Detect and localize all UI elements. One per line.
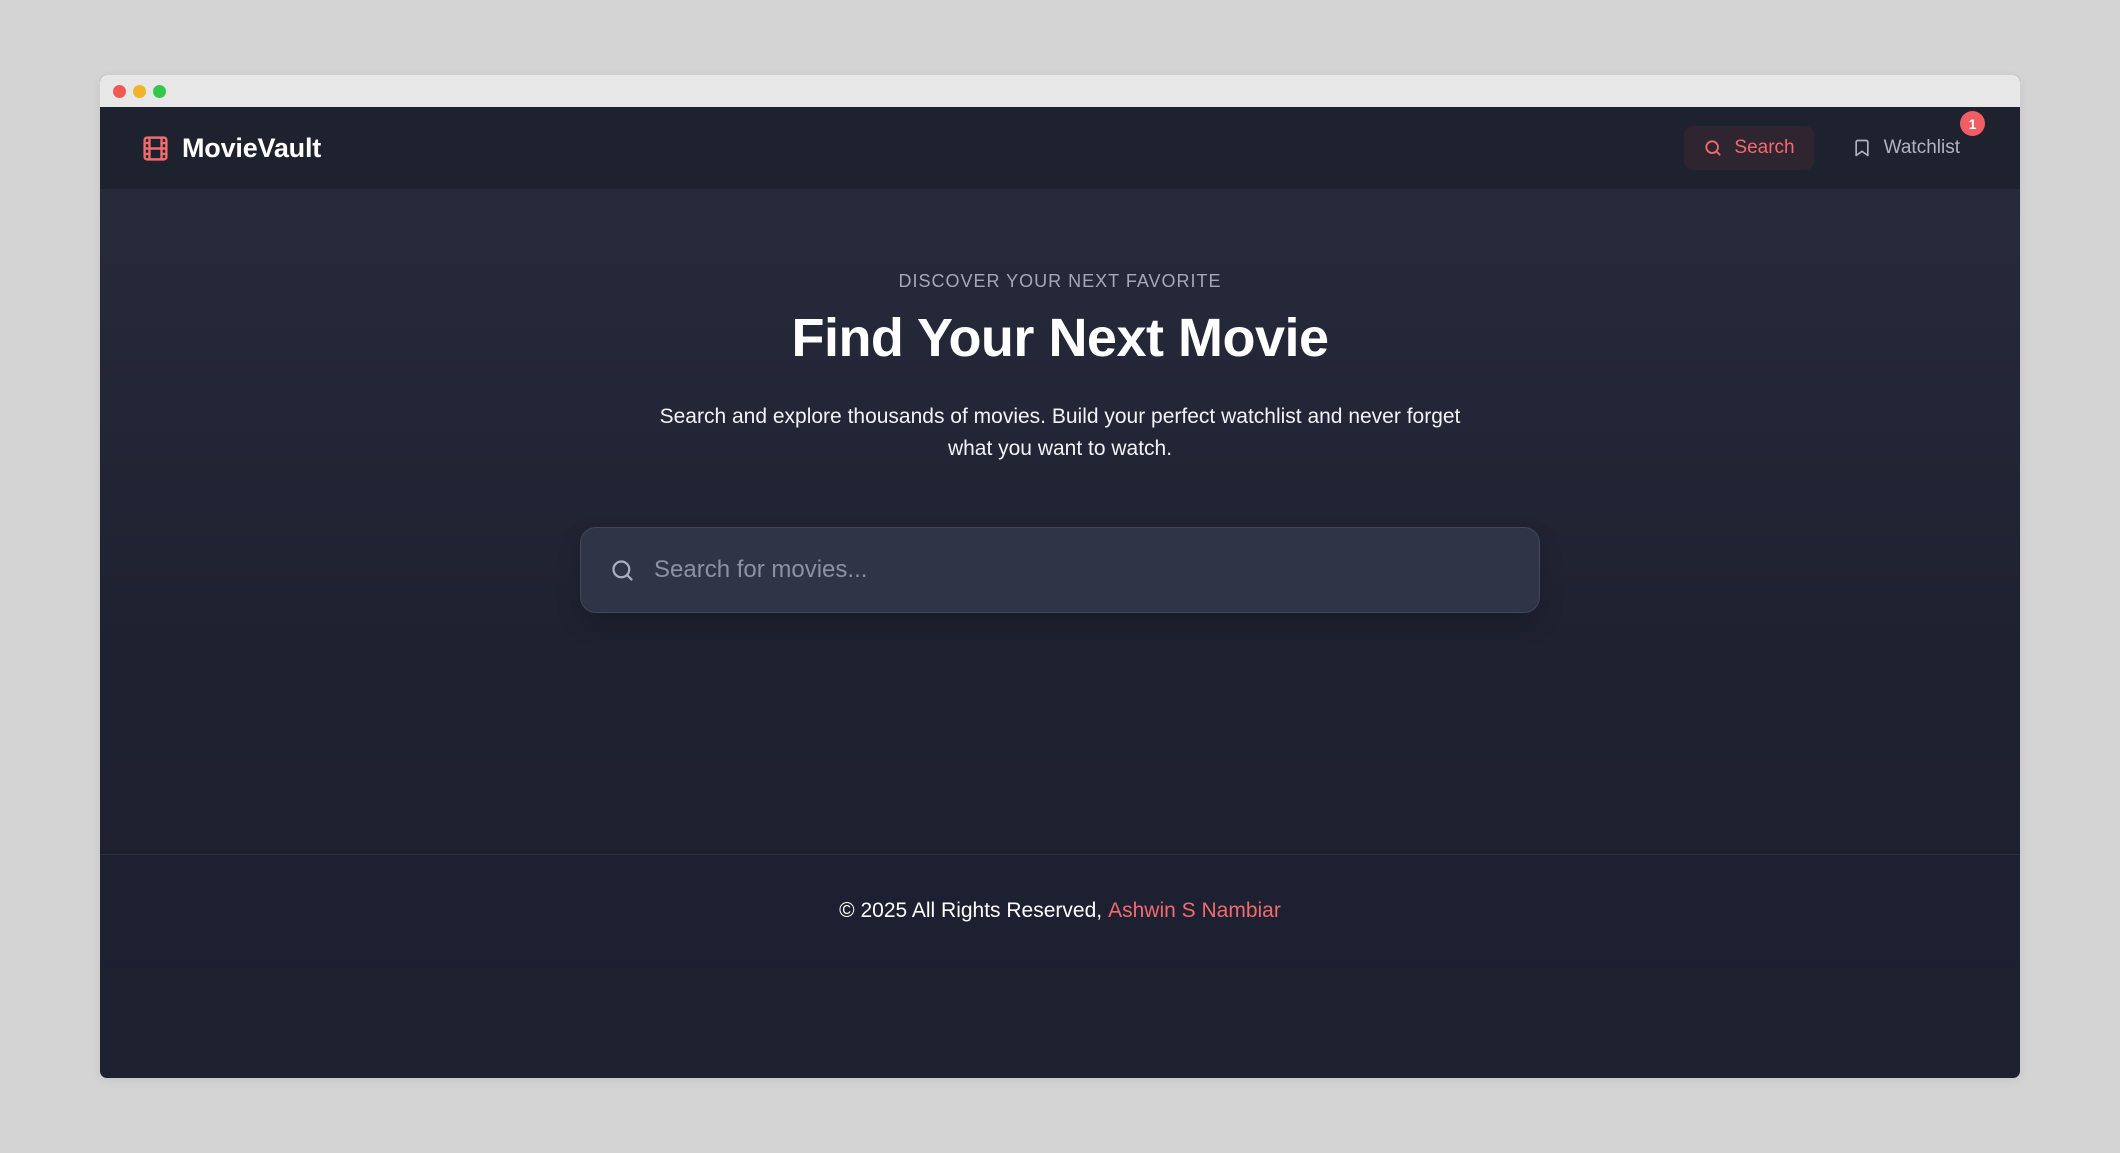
watchlist-count-badge: 1 — [1960, 111, 1985, 136]
browser-window: MovieVault Search Watchlist 1 DISCOVER Y… — [100, 75, 2020, 1078]
nav-search-label: Search — [1734, 137, 1795, 158]
brand-name: MovieVault — [182, 132, 322, 163]
close-window-button[interactable] — [113, 85, 126, 98]
maximize-window-button[interactable] — [153, 85, 166, 98]
navbar: MovieVault Search Watchlist 1 — [100, 107, 2020, 189]
movie-search-input[interactable] — [654, 528, 1511, 612]
nav-watchlist-label: Watchlist — [1883, 137, 1960, 158]
nav-search-button[interactable]: Search — [1684, 126, 1814, 170]
film-icon — [143, 135, 168, 161]
hero-eyebrow: DISCOVER YOUR NEXT FAVORITE — [898, 271, 1222, 291]
hero-section: DISCOVER YOUR NEXT FAVORITE Find Your Ne… — [100, 189, 2020, 966]
search-icon — [612, 559, 633, 581]
bookmark-icon — [1854, 139, 1869, 157]
window-titlebar — [100, 75, 2020, 107]
nav-watchlist-button[interactable]: Watchlist 1 — [1838, 111, 1985, 170]
nav-links: Search Watchlist 1 — [1684, 111, 1985, 170]
footer: © 2025 All Rights Reserved, Ashwin S Nam… — [100, 854, 2020, 966]
copyright-text: © 2025 All Rights Reserved, — [839, 898, 1103, 922]
search-icon — [1705, 140, 1722, 156]
movie-search-box[interactable] — [580, 527, 1540, 613]
author-link[interactable]: Ashwin S Nambiar — [1108, 899, 1281, 923]
brand-logo-link[interactable]: MovieVault — [141, 133, 321, 164]
page-title: Find Your Next Movie — [791, 308, 1329, 368]
minimize-window-button[interactable] — [133, 85, 146, 98]
hero-subtitle: Search and explore thousands of movies. … — [659, 405, 1461, 460]
